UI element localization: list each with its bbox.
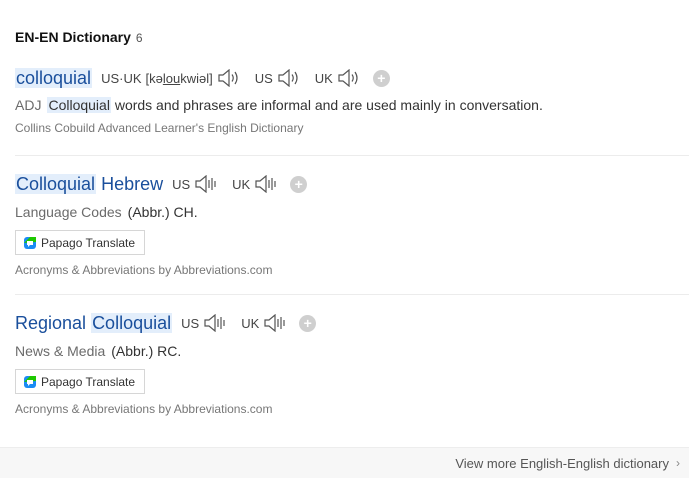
papago-label: Papago Translate [41,374,136,389]
category-label: Language Codes [15,204,122,220]
result-count: 6 [135,31,143,45]
definition-text: Colloquial words and phrases are informa… [47,97,543,113]
headword-link[interactable]: colloquial [15,67,93,89]
papago-logo-icon [24,236,36,249]
pronunciation-uk-label: UK [241,315,260,331]
pronunciation-main: US·UK [kəloukwiəl] US UK [101,69,375,87]
headword-row: Regional Colloquial US UK + [15,311,689,335]
view-more-label: View more English-English dictionary [455,455,669,471]
pronunciation-uk-label: UK [232,176,251,192]
dictionary-entry-regional-colloquial: Regional Colloquial US UK + News & Media… [15,311,689,416]
view-more-link[interactable]: View more English-English dictionary › [455,456,680,471]
definition-row: Language Codes (Abbr.) CH. [15,204,689,220]
add-wordbook-button[interactable]: + [372,69,390,87]
speaker-icon[interactable] [254,175,278,193]
part-of-speech: ADJ [15,97,42,113]
category-label: News & Media [15,343,106,359]
papago-logo-icon [24,375,36,388]
pronunciation-us-label: US [181,315,200,331]
divider [15,155,689,156]
speaker-icon[interactable] [277,69,301,87]
pronunciation-us-label: US [172,176,191,192]
pronunciation-label: US·UK [101,70,142,86]
pronunciation: US UK [181,314,301,332]
headword-link[interactable]: Colloquial Hebrew [15,173,163,195]
speaker-icon[interactable] [263,314,287,332]
divider [15,294,689,295]
headword-row: Colloquial Hebrew US UK + [15,172,689,196]
source-link[interactable]: Acronyms & Abbreviations by Abbreviation… [15,263,689,277]
papago-label: Papago Translate [41,235,136,250]
papago-translate-button[interactable]: Papago Translate [15,369,146,394]
abbreviation-text: (Abbr.) RC. [111,343,182,359]
definition-row: News & Media (Abbr.) RC. [15,343,689,359]
pronunciation-us-label: US [254,70,273,86]
source-link[interactable]: Acronyms & Abbreviations by Abbreviation… [15,402,689,416]
papago-translate-button[interactable]: Papago Translate [15,230,146,255]
speaker-icon[interactable] [203,314,227,332]
headword-link[interactable]: Regional Colloquial [15,312,173,334]
dictionary-entry-colloquial-hebrew: Colloquial Hebrew US UK + Language Codes… [15,172,689,277]
pronunciation: US UK [172,175,292,193]
section-header: EN-EN Dictionary 6 [15,29,143,45]
ipa-transcription: [kəloukwiəl] [145,70,213,86]
speaker-icon[interactable] [194,175,218,193]
definition-row: ADJ Colloquial words and phrases are inf… [15,97,689,113]
add-wordbook-button[interactable]: + [290,175,308,193]
pronunciation-uk-label: UK [314,70,333,86]
footer-bar: View more English-English dictionary › [0,447,689,478]
abbreviation-text: (Abbr.) CH. [127,204,198,220]
add-wordbook-button[interactable]: + [299,314,317,332]
chevron-right-icon: › [676,456,680,470]
speaker-icon[interactable] [217,69,241,87]
source-link[interactable]: Collins Cobuild Advanced Learner's Engli… [15,121,689,135]
speaker-icon[interactable] [337,69,361,87]
section-title: EN-EN Dictionary [15,29,131,45]
dictionary-entry-colloquial: colloquial US·UK [kəloukwiəl] US UK + AD… [15,66,689,135]
headword-row: colloquial US·UK [kəloukwiəl] US UK + [15,66,689,90]
